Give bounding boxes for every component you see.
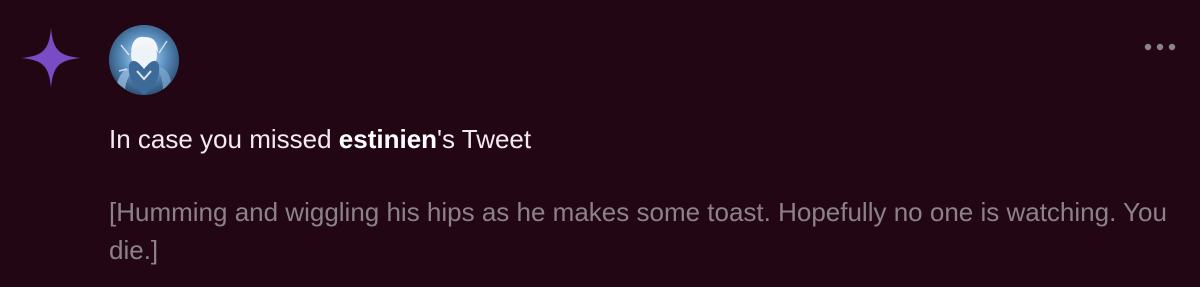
username-link[interactable]: estinien [339,124,437,154]
notification-headline[interactable]: In case you missed estinien's Tweet [109,121,531,157]
tweet-text: [Humming and wiggling his hips as he mak… [109,197,1167,265]
user-avatar[interactable] [109,25,179,95]
recommended-tweet-notification[interactable]: In case you missed estinien's Tweet [Hum… [0,0,1200,287]
headline-suffix: 's Tweet [437,124,532,154]
more-options-button[interactable] [1138,30,1182,64]
more-dots-icon [1144,43,1176,51]
sparkle-icon [19,26,83,90]
headline-prefix: In case you missed [109,124,339,154]
